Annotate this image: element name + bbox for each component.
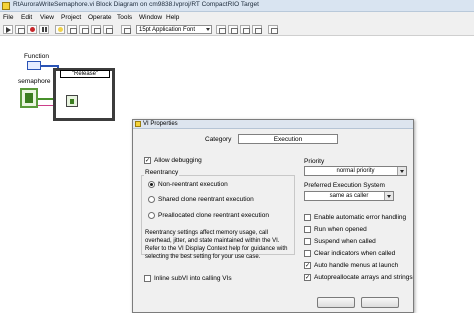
function-label: Function <box>24 53 49 60</box>
preallocated-clone-radio-dot[interactable] <box>148 212 155 219</box>
window-titlebar: RtAuroraWriteSemaphore.vi Block Diagram … <box>0 0 474 12</box>
cancel-button[interactable] <box>361 297 399 308</box>
clean-up-diagram-icon[interactable] <box>121 25 131 34</box>
font-select-value: 15pt Application Font <box>139 27 196 33</box>
run-when-opened-check[interactable] <box>304 226 311 233</box>
menu-tools[interactable]: Tools <box>117 14 132 21</box>
allow-debugging-label: Allow debugging <box>154 157 202 164</box>
context-help-icon[interactable] <box>268 25 278 34</box>
abort-execution-icon[interactable] <box>27 25 37 34</box>
auto-handle-menus-label: Auto handle menus at launch <box>314 262 399 269</box>
menu-file[interactable]: File <box>3 14 13 21</box>
run-arrow-icon[interactable] <box>3 25 13 34</box>
menu-view[interactable]: View <box>40 14 54 21</box>
auto-handle-menus-check[interactable]: ✓ <box>304 262 311 269</box>
chevron-down-icon <box>206 28 210 31</box>
category-value: Execution <box>273 136 303 143</box>
dialog-title: VI Properties <box>143 121 178 127</box>
release-semaphore-icon[interactable] <box>66 95 78 107</box>
toolbar: 15pt Application Font <box>0 23 474 36</box>
priority-value: normal priority <box>336 168 375 174</box>
ok-button[interactable] <box>317 297 355 308</box>
menu-project[interactable]: Project <box>61 14 81 21</box>
step-into-icon[interactable] <box>79 25 89 34</box>
semaphore-refnum-terminal[interactable] <box>20 88 38 108</box>
function-enum-terminal[interactable] <box>27 61 41 70</box>
auto-error-handling-label: Enable automatic error handling <box>314 214 407 221</box>
allow-debugging-check[interactable]: ✓ <box>144 157 151 164</box>
resize-objects-icon[interactable] <box>240 25 250 34</box>
semaphore-label: semaphore <box>18 78 51 85</box>
category-label: Category <box>205 136 232 143</box>
priority-label: Priority <box>304 158 325 165</box>
priority-select[interactable]: normal priority <box>304 166 407 176</box>
window-title: RtAuroraWriteSemaphore.vi Block Diagram … <box>13 1 259 8</box>
distribute-objects-icon[interactable] <box>228 25 238 34</box>
priority-chevron-down-icon[interactable] <box>397 167 406 175</box>
preallocated-clone-label: Preallocated clone reentrant execution <box>158 212 269 219</box>
non-reentrant-label: Non-reentrant execution <box>158 181 228 188</box>
step-out-icon[interactable] <box>103 25 113 34</box>
menu-help[interactable]: Help <box>166 14 179 21</box>
exec-system-chevron-down-icon[interactable] <box>384 192 393 200</box>
menubar: File Edit View Project Operate Tools Win… <box>0 12 474 23</box>
non-reentrant-radio-dot[interactable] <box>148 181 155 188</box>
inline-subvi-label: Inline subVI into calling VIs <box>154 275 232 282</box>
menu-window[interactable]: Window <box>139 14 162 21</box>
shared-clone-radio-dot[interactable] <box>148 196 155 203</box>
dialog-titlebar: VI Properties <box>133 120 413 129</box>
clear-indicators-label: Clear indicators when called <box>314 250 396 257</box>
suspend-when-called-check[interactable] <box>304 238 311 245</box>
labview-app-icon <box>2 2 10 10</box>
align-objects-icon[interactable] <box>216 25 226 34</box>
autopreallocate-check[interactable]: ✓ <box>304 274 311 281</box>
run-continuously-icon[interactable] <box>15 25 25 34</box>
pause-icon[interactable] <box>39 25 49 34</box>
exec-system-value: same as caller <box>329 193 369 199</box>
clear-indicators-check[interactable] <box>304 250 311 257</box>
case-selector-label[interactable]: "Release" <box>60 70 110 78</box>
auto-error-handling-check[interactable] <box>304 214 311 221</box>
reorder-icon[interactable] <box>252 25 262 34</box>
shared-clone-label: Shared clone reentrant execution <box>158 196 254 203</box>
run-when-opened-label: Run when opened <box>314 226 367 233</box>
inline-subvi-check[interactable] <box>144 275 151 282</box>
reentrancy-heading: Reentrancy <box>144 169 180 176</box>
font-select[interactable]: 15pt Application Font <box>136 25 212 34</box>
category-select[interactable]: Execution <box>238 134 338 144</box>
vi-properties-icon <box>135 121 141 127</box>
exec-system-select[interactable]: same as caller <box>304 191 394 201</box>
vi-properties-dialog: VI Properties Category Execution ✓ Allow… <box>132 119 414 313</box>
menu-operate[interactable]: Operate <box>88 14 112 21</box>
suspend-when-called-label: Suspend when called <box>314 238 376 245</box>
step-over-icon[interactable] <box>91 25 101 34</box>
exec-system-label: Preferred Execution System <box>304 182 385 189</box>
retain-wire-values-icon[interactable] <box>67 25 77 34</box>
highlight-execution-icon[interactable] <box>55 25 65 34</box>
reentrancy-note: Reentrancy settings affect memory usage,… <box>145 230 288 260</box>
menu-edit[interactable]: Edit <box>21 14 32 21</box>
autopreallocate-label: Autopreallocate arrays and strings <box>314 274 413 281</box>
